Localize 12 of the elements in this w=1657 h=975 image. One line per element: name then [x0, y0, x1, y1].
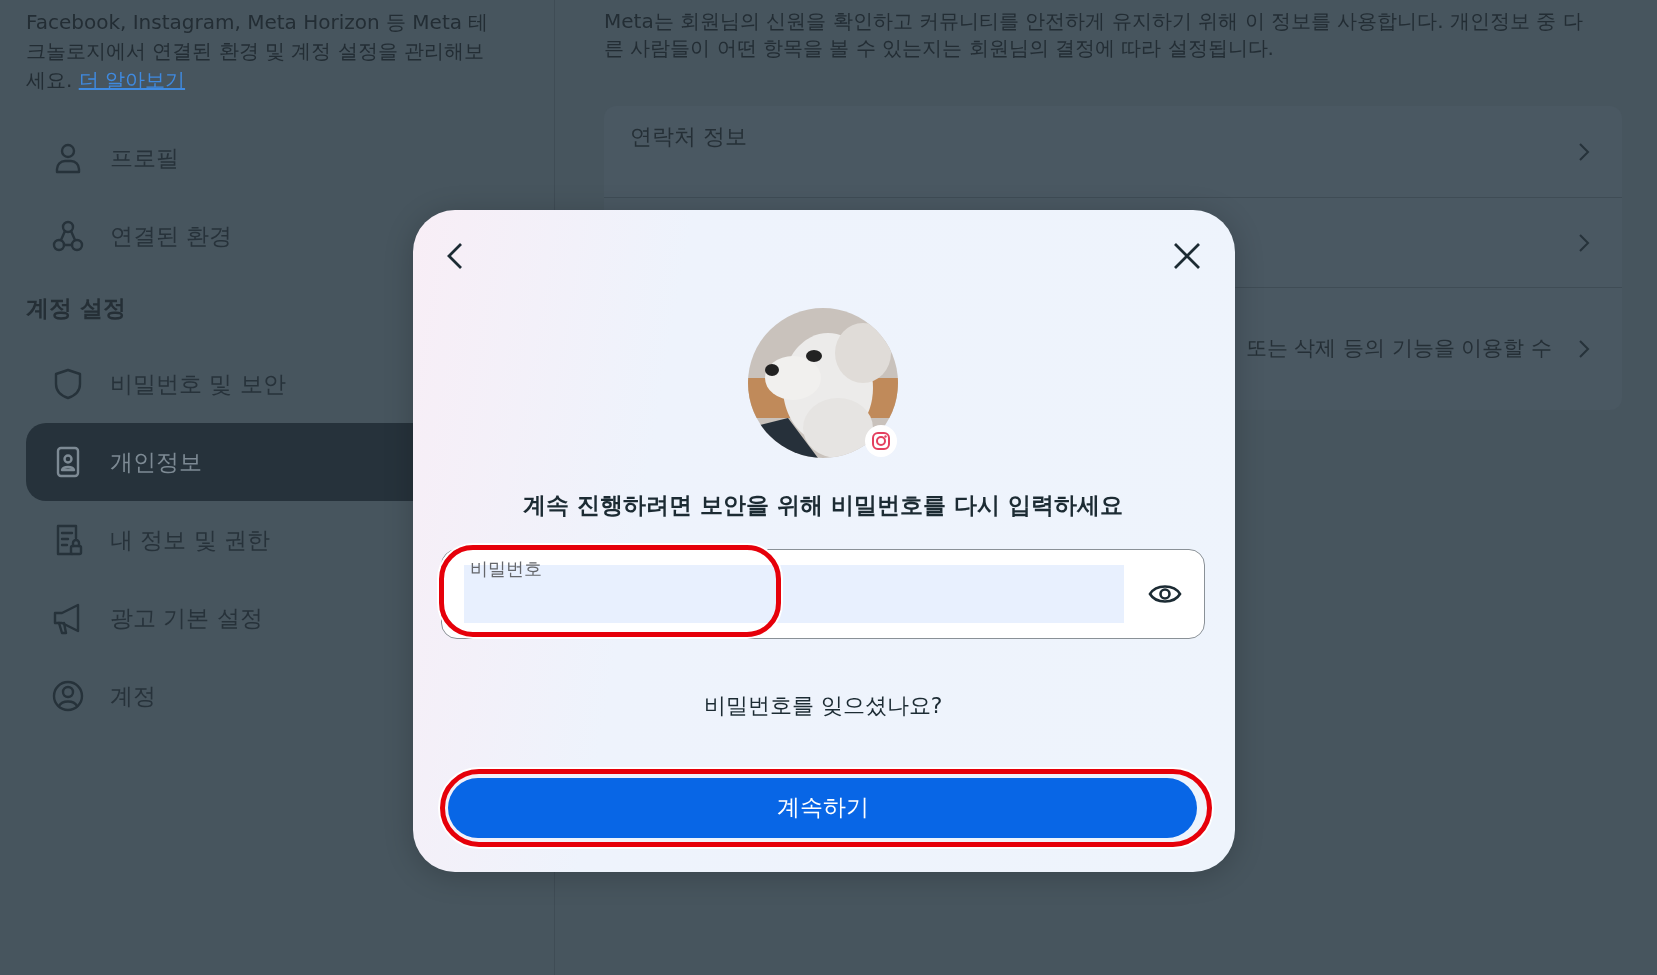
password-field[interactable]: 비밀번호 [441, 548, 1205, 639]
continue-button[interactable]: 계속하기 [448, 777, 1197, 838]
field-label: 비밀번호 [470, 556, 542, 581]
chevron-right-icon [1576, 338, 1592, 360]
chevron-right-icon [1576, 231, 1592, 254]
sidebar-item-label: 개인정보 [110, 447, 202, 477]
nodes-icon [50, 218, 86, 254]
learn-more-link[interactable]: 더 알아보기 [78, 68, 186, 92]
forgot-password-link[interactable]: 비밀번호를 잊으셨나요? [441, 688, 1205, 722]
camera-badge-icon [864, 424, 898, 458]
chevron-right-icon [1576, 140, 1592, 163]
account-circle-icon [50, 678, 86, 714]
